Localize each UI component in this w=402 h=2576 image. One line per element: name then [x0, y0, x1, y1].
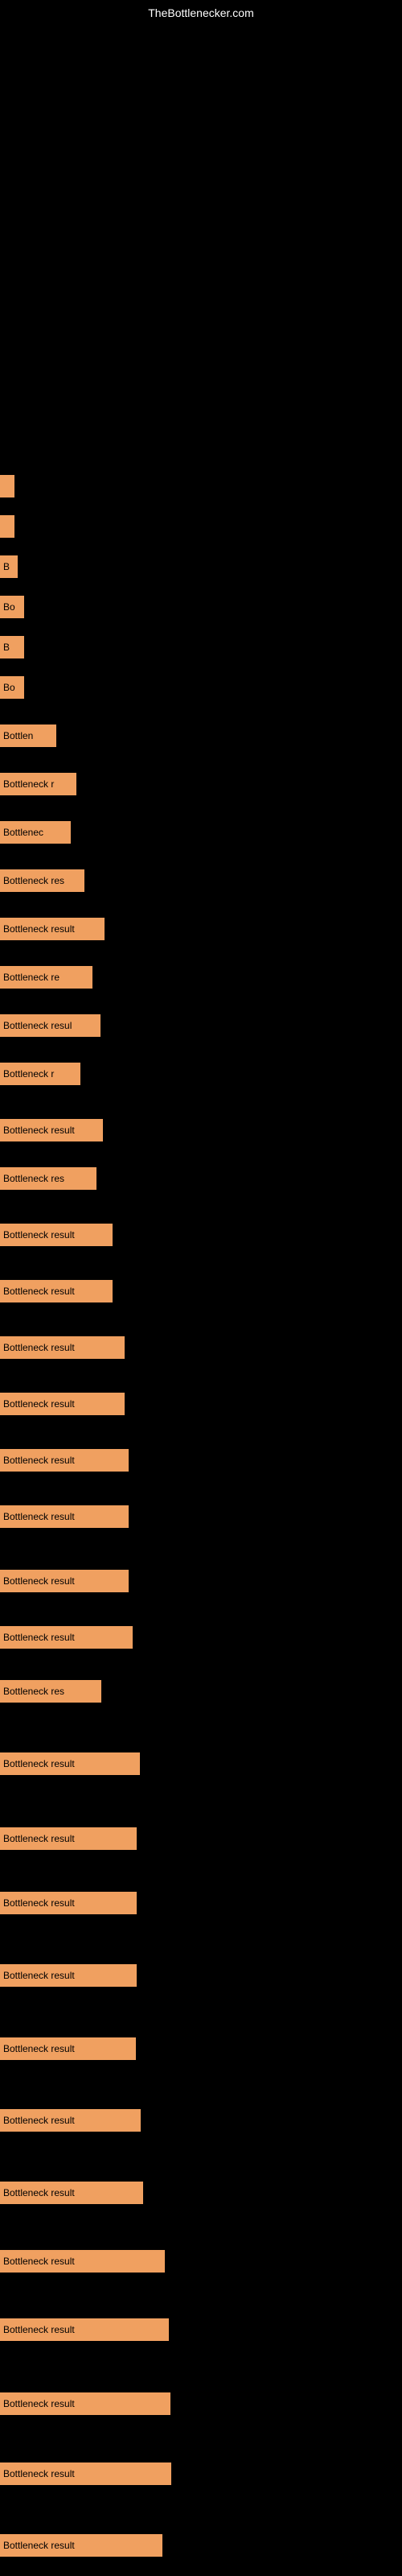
- bar-row: Bottleneck result: [0, 2037, 136, 2060]
- bar-row: Bottleneck res: [0, 869, 84, 892]
- bar-row: Bottleneck result: [0, 2250, 165, 2273]
- bottleneck-bar-21: Bottleneck result: [0, 1505, 129, 1528]
- bottleneck-bar-17: Bottleneck result: [0, 1280, 113, 1302]
- bar-row: Bottleneck res: [0, 1167, 96, 1190]
- bottleneck-bar-22: Bottleneck result: [0, 1570, 129, 1592]
- bottleneck-bar-23: Bottleneck result: [0, 1626, 133, 1649]
- bar-row: Bottleneck res: [0, 1680, 101, 1703]
- bar-row: Bottleneck result: [0, 2392, 170, 2415]
- bar-row: B: [0, 636, 24, 658]
- bottleneck-bar-29: Bottleneck result: [0, 2037, 136, 2060]
- bar-row: Bottleneck result: [0, 1964, 137, 1987]
- bottleneck-bar-36: Bottleneck result: [0, 2534, 162, 2557]
- bottleneck-bar-2: B: [0, 555, 18, 578]
- bottleneck-bar-15: Bottleneck res: [0, 1167, 96, 1190]
- bar-row: [0, 475, 14, 497]
- bar-row: Bottleneck result: [0, 2109, 141, 2132]
- bar-row: Bottlen: [0, 724, 56, 747]
- bottleneck-bar-8: Bottlenec: [0, 821, 71, 844]
- bar-row: Bottleneck resul: [0, 1014, 100, 1037]
- bar-row: Bottleneck result: [0, 918, 105, 940]
- bar-row: Bottleneck r: [0, 773, 76, 795]
- bar-row: [0, 515, 14, 538]
- bar-row: Bottleneck result: [0, 2534, 162, 2557]
- bar-row: Bo: [0, 676, 24, 699]
- bottleneck-bar-24: Bottleneck res: [0, 1680, 101, 1703]
- bottleneck-bar-26: Bottleneck result: [0, 1827, 137, 1850]
- bottleneck-bar-0: [0, 475, 14, 497]
- bottleneck-bar-25: Bottleneck result: [0, 1752, 140, 1775]
- bottleneck-bar-18: Bottleneck result: [0, 1336, 125, 1359]
- bar-row: Bottleneck result: [0, 1119, 103, 1141]
- bar-row: Bo: [0, 596, 24, 618]
- bottleneck-bar-19: Bottleneck result: [0, 1393, 125, 1415]
- bottleneck-bar-27: Bottleneck result: [0, 1892, 137, 1914]
- bar-row: Bottleneck result: [0, 1827, 137, 1850]
- bottleneck-bar-12: Bottleneck resul: [0, 1014, 100, 1037]
- bar-row: Bottleneck result: [0, 1336, 125, 1359]
- bar-row: Bottleneck r: [0, 1063, 80, 1085]
- bottleneck-bar-16: Bottleneck result: [0, 1224, 113, 1246]
- bar-row: Bottleneck result: [0, 1570, 129, 1592]
- bottleneck-bar-28: Bottleneck result: [0, 1964, 137, 1987]
- bar-row: Bottlenec: [0, 821, 71, 844]
- bar-row: Bottleneck result: [0, 2182, 143, 2204]
- bottleneck-bar-31: Bottleneck result: [0, 2182, 143, 2204]
- bar-row: B: [0, 555, 18, 578]
- bottleneck-bar-9: Bottleneck res: [0, 869, 84, 892]
- bottleneck-bar-3: Bo: [0, 596, 24, 618]
- bar-row: Bottleneck re: [0, 966, 92, 989]
- bottleneck-bar-20: Bottleneck result: [0, 1449, 129, 1472]
- bottleneck-bar-13: Bottleneck r: [0, 1063, 80, 1085]
- bar-row: Bottleneck result: [0, 1449, 129, 1472]
- bottleneck-bar-1: [0, 515, 14, 538]
- bar-row: Bottleneck result: [0, 1280, 113, 1302]
- bottleneck-bar-6: Bottlen: [0, 724, 56, 747]
- site-title: TheBottlenecker.com: [148, 6, 254, 19]
- bottleneck-bar-4: B: [0, 636, 24, 658]
- bar-row: Bottleneck result: [0, 1505, 129, 1528]
- bar-row: Bottleneck result: [0, 2318, 169, 2341]
- bar-row: Bottleneck result: [0, 1752, 140, 1775]
- bar-row: Bottleneck result: [0, 1224, 113, 1246]
- bottleneck-bar-14: Bottleneck result: [0, 1119, 103, 1141]
- bottleneck-bar-5: Bo: [0, 676, 24, 699]
- bar-row: Bottleneck result: [0, 1626, 133, 1649]
- bottleneck-bar-11: Bottleneck re: [0, 966, 92, 989]
- bar-row: Bottleneck result: [0, 2462, 171, 2485]
- bottleneck-bar-10: Bottleneck result: [0, 918, 105, 940]
- bottleneck-bar-30: Bottleneck result: [0, 2109, 141, 2132]
- bar-row: Bottleneck result: [0, 1892, 137, 1914]
- bottleneck-bar-35: Bottleneck result: [0, 2462, 171, 2485]
- bottleneck-bar-34: Bottleneck result: [0, 2392, 170, 2415]
- bottleneck-bar-33: Bottleneck result: [0, 2318, 169, 2341]
- bottleneck-bar-7: Bottleneck r: [0, 773, 76, 795]
- bar-row: Bottleneck result: [0, 1393, 125, 1415]
- bottleneck-bar-32: Bottleneck result: [0, 2250, 165, 2273]
